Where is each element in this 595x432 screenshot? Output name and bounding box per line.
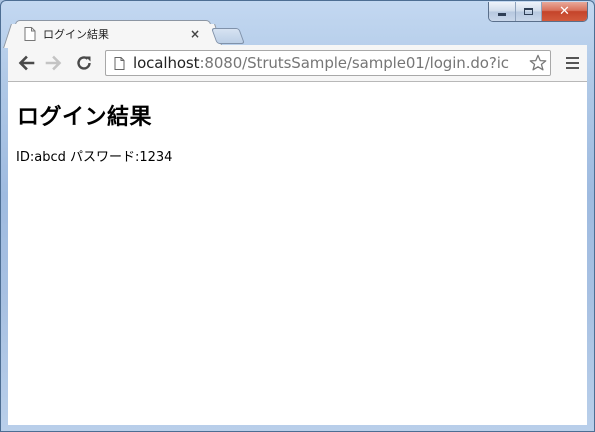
page-icon [24, 27, 36, 41]
url-path: :8080/StrutsSample/sample01/login.do?ic [199, 54, 509, 72]
back-button[interactable] [16, 53, 36, 73]
login-result-text: ID:abcd パスワード:1234 [16, 150, 173, 165]
browser-window: ✕ ログイン結果 × localhost:8080/StrutsSample/s… [0, 0, 595, 432]
url-host: localhost [133, 54, 200, 72]
maximize-button[interactable] [515, 2, 541, 21]
menu-button[interactable] [563, 54, 581, 72]
window-controls: ✕ [488, 2, 588, 22]
reload-icon [77, 56, 91, 70]
bookmark-star-icon [529, 54, 547, 71]
tab-close-button[interactable]: × [188, 27, 202, 41]
address-bar[interactable]: localhost:8080/StrutsSample/sample01/log… [105, 50, 551, 76]
page-icon [114, 56, 125, 70]
tab-active[interactable]: ログイン結果 × [15, 20, 211, 46]
url-text: localhost:8080/StrutsSample/sample01/log… [133, 54, 509, 72]
close-icon: ✕ [559, 4, 570, 19]
forward-button[interactable] [44, 53, 64, 73]
new-tab-button[interactable] [211, 28, 245, 44]
hamburger-menu-icon [565, 57, 579, 59]
reload-button[interactable] [74, 53, 94, 73]
page-content: ログイン結果 ID:abcd パスワード:1234 [8, 82, 587, 425]
back-arrow-icon [18, 55, 35, 71]
browser-toolbar: localhost:8080/StrutsSample/sample01/log… [8, 45, 587, 82]
forward-arrow-icon [45, 55, 62, 71]
tab-title: ログイン結果 [43, 28, 109, 41]
minimize-icon [498, 13, 506, 16]
maximize-icon [524, 8, 533, 15]
page-title: ログイン結果 [17, 105, 153, 130]
minimize-button[interactable] [489, 2, 515, 21]
close-window-button[interactable]: ✕ [541, 2, 587, 21]
bookmark-star-button[interactable] [526, 51, 550, 75]
